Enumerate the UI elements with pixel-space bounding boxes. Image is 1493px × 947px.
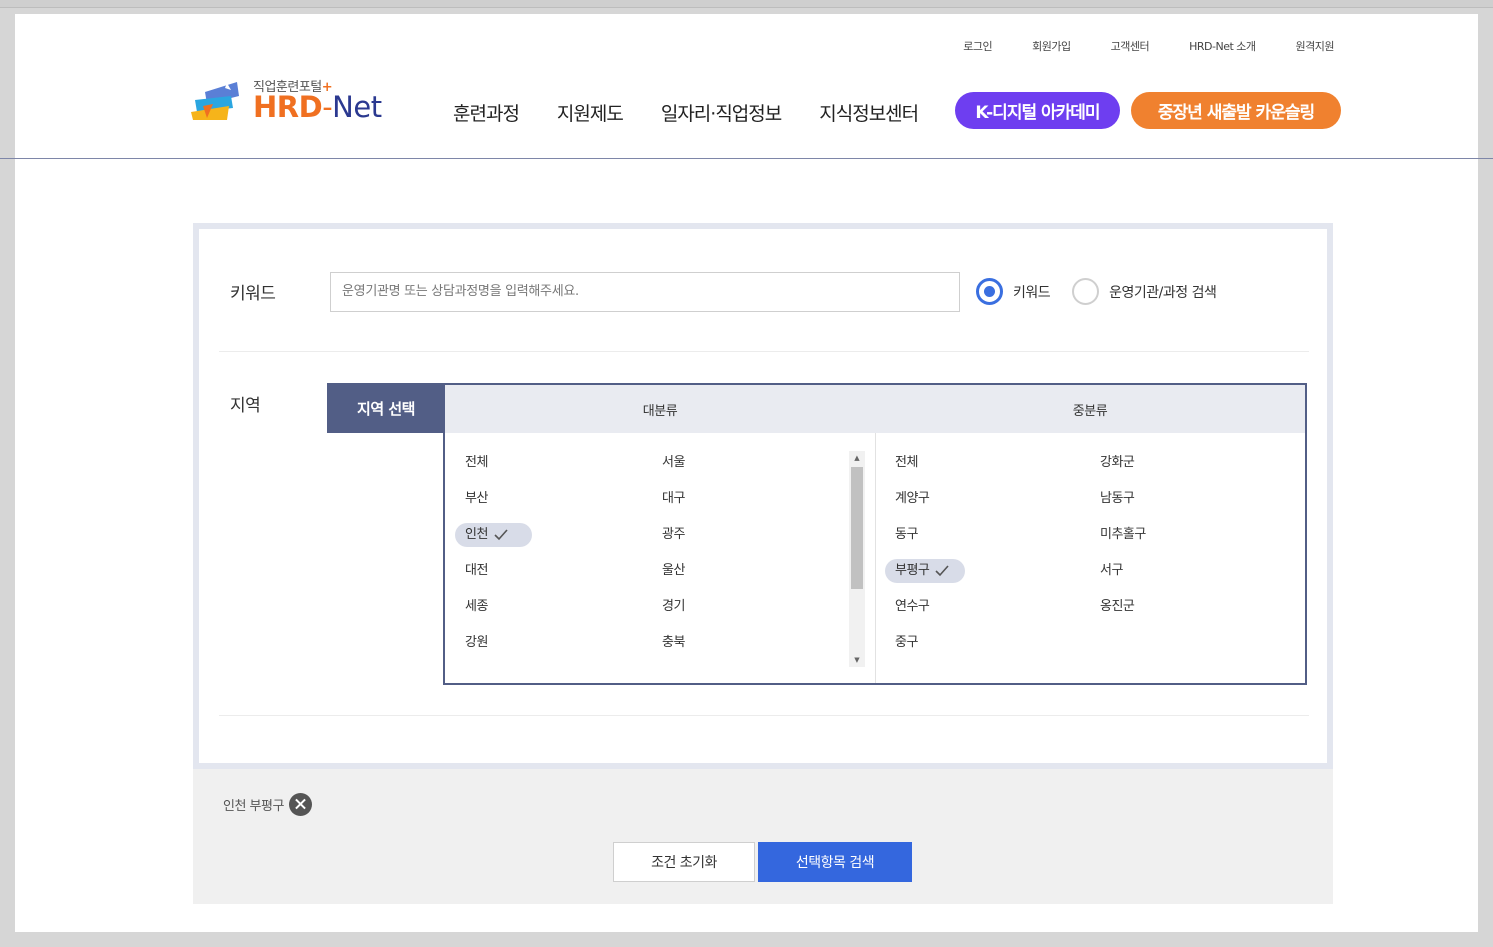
nav-training-courses[interactable]: 훈련과정 <box>453 99 520 126</box>
about-link[interactable]: HRD-Net 소개 <box>1189 38 1256 54</box>
mid-category-header: 중분류 <box>1072 403 1108 419</box>
major-item-sejong[interactable]: 세종 <box>455 595 652 619</box>
keyword-label: 키워드 <box>230 284 276 304</box>
nav-knowledge-center[interactable]: 지식정보센터 <box>819 99 919 126</box>
column-divider <box>875 433 876 683</box>
mid-category-list: 전체 강화군 계양구 남동구 동구 미추홀구 부평구 서구 연수구 옹진군 중구 <box>885 451 1270 667</box>
major-item-daegu[interactable]: 대구 <box>652 487 832 511</box>
header-divider <box>0 158 1493 159</box>
major-list-scrollbar[interactable]: ▲ ▼ <box>849 451 865 667</box>
mid-item-ongjin[interactable]: 옹진군 <box>1090 595 1270 619</box>
remove-chip-icon[interactable] <box>288 793 312 816</box>
selected-chip-label: 인천 부평구 <box>223 799 284 814</box>
nav-jobs-info[interactable]: 일자리·직업정보 <box>661 99 782 126</box>
mid-item-dong[interactable]: 동구 <box>885 523 1090 547</box>
major-item-incheon[interactable]: 인천 <box>455 523 532 547</box>
region-label: 지역 <box>230 396 261 416</box>
selected-conditions-bar: 인천 부평구 조건 초기화 선택항목 검색 <box>193 769 1333 904</box>
browser-top-edge <box>0 0 1493 8</box>
mid-item-ganghwa[interactable]: 강화군 <box>1090 451 1270 475</box>
major-item-busan[interactable]: 부산 <box>455 487 652 511</box>
nav-support-programs[interactable]: 지원제도 <box>557 99 624 126</box>
major-item-gyeonggi[interactable]: 경기 <box>652 595 832 619</box>
scroll-thumb[interactable] <box>851 467 863 589</box>
row-divider <box>219 351 1309 352</box>
selected-chip: 인천 부평구 <box>223 793 312 816</box>
search-type-radios: 키워드 운영기관/과정 검색 <box>976 278 1238 305</box>
mid-item-gyeyang[interactable]: 계양구 <box>885 487 1090 511</box>
major-item-chungbuk[interactable]: 충북 <box>652 631 832 655</box>
main-nav: 훈련과정 지원제도 일자리·직업정보 지식정보센터 <box>453 96 956 128</box>
mid-item-namdong[interactable]: 남동구 <box>1090 487 1270 511</box>
reset-conditions-button[interactable]: 조건 초기화 <box>613 842 755 882</box>
major-item-seoul[interactable]: 서울 <box>652 451 832 475</box>
major-item-all[interactable]: 전체 <box>455 451 652 475</box>
region-select-tab[interactable]: 지역 선택 <box>327 383 445 433</box>
mid-item-all[interactable]: 전체 <box>885 451 1090 475</box>
radio-keyword-label[interactable]: 키워드 <box>1013 282 1051 302</box>
region-panel: 대분류 중분류 전체 서울 부산 대구 인천 광주 대전 울산 세종 경기 강원… <box>443 383 1307 685</box>
check-icon <box>494 529 508 541</box>
search-conditions-box: 키워드 운영기관명 또는 상담과정명을 입력해주세요. 키워드 운영기관/과정 … <box>193 223 1333 769</box>
page: 로그인 회원가입 고객센터 HRD-Net 소개 원격지원 직업훈련포털+ HR… <box>0 14 1493 932</box>
radio-org-course-label[interactable]: 운영기관/과정 검색 <box>1109 282 1217 302</box>
major-item-gwangju[interactable]: 광주 <box>652 523 832 547</box>
row-divider <box>219 715 1309 716</box>
major-item-gangwon[interactable]: 강원 <box>455 631 652 655</box>
scroll-down-icon[interactable]: ▼ <box>849 653 865 667</box>
remote-support-link[interactable]: 원격지원 <box>1296 38 1335 54</box>
mid-item-jung[interactable]: 중구 <box>885 631 1090 655</box>
keyword-input[interactable]: 운영기관명 또는 상담과정명을 입력해주세요. <box>330 272 960 312</box>
mid-item-seo[interactable]: 서구 <box>1090 559 1270 583</box>
major-item-ulsan[interactable]: 울산 <box>652 559 832 583</box>
signup-link[interactable]: 회원가입 <box>1032 38 1071 54</box>
mid-item-michuhol[interactable]: 미추홀구 <box>1090 523 1270 547</box>
k-digital-academy-button[interactable]: K-디지털 아카데미 <box>955 92 1120 129</box>
scroll-up-icon[interactable]: ▲ <box>849 451 865 465</box>
mid-item-bupyeong[interactable]: 부평구 <box>885 559 965 583</box>
midlife-counseling-button[interactable]: 중장년 새출발 카운슬링 <box>1131 92 1341 129</box>
region-panel-header: 대분류 중분류 <box>445 385 1305 433</box>
hrd-net-logo[interactable]: 직업훈련포털+ HRD-Net <box>191 76 391 126</box>
mid-item-yeonsu[interactable]: 연수구 <box>885 595 1090 619</box>
check-icon <box>935 565 949 577</box>
radio-keyword[interactable] <box>976 278 1003 305</box>
utility-nav: 로그인 회원가입 고객센터 HRD-Net 소개 원격지원 <box>923 38 1334 54</box>
login-link[interactable]: 로그인 <box>963 38 992 54</box>
search-selected-button[interactable]: 선택항목 검색 <box>758 842 912 882</box>
logo-name: HRD-Net <box>253 90 382 124</box>
major-item-daejeon[interactable]: 대전 <box>455 559 652 583</box>
logo-mark-icon <box>191 82 239 120</box>
radio-org-course[interactable] <box>1072 278 1100 305</box>
major-category-header: 대분류 <box>642 403 678 419</box>
major-category-list: 전체 서울 부산 대구 인천 광주 대전 울산 세종 경기 강원 충북 <box>455 451 832 667</box>
customer-center-link[interactable]: 고객센터 <box>1111 38 1150 54</box>
